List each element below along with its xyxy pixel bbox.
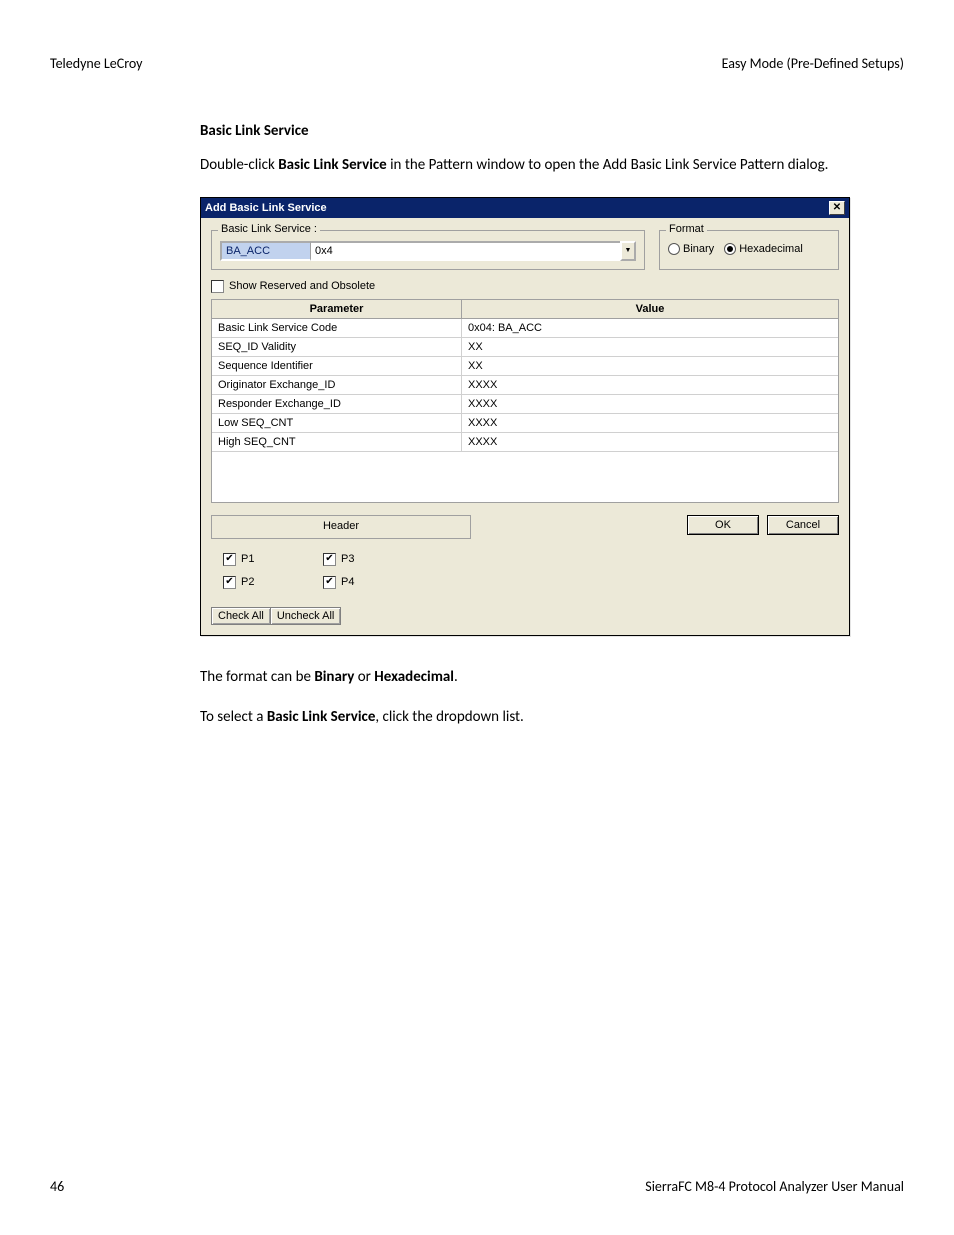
param-cell: High SEQ_CNT <box>212 433 462 451</box>
port-checkbox-group: ✔ P1 ✔ P3 ✔ P2 ✔ P4 <box>211 553 471 589</box>
value-cell[interactable]: XX <box>462 338 838 356</box>
grid-blank-area <box>212 452 838 502</box>
chevron-down-icon[interactable]: ▼ <box>620 241 636 261</box>
uncheck-all-button[interactable]: Uncheck All <box>270 607 341 625</box>
radio-hexadecimal-label: Hexadecimal <box>739 243 803 255</box>
param-cell: Originator Exchange_ID <box>212 376 462 394</box>
port-p1-label: P1 <box>241 553 254 565</box>
dialog-title: Add Basic Link Service <box>205 202 327 214</box>
port-p1-checkbox[interactable]: ✔ <box>223 553 236 566</box>
ok-button[interactable]: OK <box>687 515 759 535</box>
p3-t1: To select a <box>200 708 267 726</box>
port-p4-checkbox[interactable]: ✔ <box>323 576 336 589</box>
p3-b1: Basic Link Service <box>267 708 376 726</box>
intro-paragraph: Double-click Basic Link Service in the P… <box>200 154 854 177</box>
value-cell[interactable]: XXXX <box>462 433 838 451</box>
param-cell: SEQ_ID Validity <box>212 338 462 356</box>
param-cell: Basic Link Service Code <box>212 319 462 337</box>
table-row[interactable]: Basic Link Service Code 0x04: BA_ACC <box>212 319 838 338</box>
section-heading: Basic Link Service <box>200 122 854 140</box>
cancel-button[interactable]: Cancel <box>767 515 839 535</box>
p2-b1: Binary <box>314 668 354 686</box>
col-parameter: Parameter <box>212 300 462 318</box>
table-row[interactable]: Originator Exchange_ID XXXX <box>212 376 838 395</box>
param-cell: Sequence Identifier <box>212 357 462 375</box>
table-row[interactable]: Responder Exchange_ID XXXX <box>212 395 838 414</box>
select-paragraph: To select a Basic Link Service, click th… <box>200 706 854 729</box>
value-cell[interactable]: XXXX <box>462 376 838 394</box>
parameter-grid: Parameter Value Basic Link Service Code … <box>211 299 839 503</box>
p3-t2: , click the dropdown list. <box>375 708 523 726</box>
p2-b2: Hexadecimal <box>374 668 454 686</box>
value-cell[interactable]: 0x04: BA_ACC <box>462 319 838 337</box>
show-reserved-checkbox[interactable] <box>211 280 224 293</box>
port-p2-checkbox[interactable]: ✔ <box>223 576 236 589</box>
col-value: Value <box>462 300 838 318</box>
intro-post: in the Pattern window to open the Add Ba… <box>387 156 829 174</box>
table-row[interactable]: SEQ_ID Validity XX <box>212 338 838 357</box>
intro-bold: Basic Link Service <box>278 156 387 174</box>
format-paragraph: The format can be Binary or Hexadecimal. <box>200 666 854 689</box>
header-button[interactable]: Header <box>211 515 471 539</box>
port-p4-label: P4 <box>341 576 354 588</box>
manual-title: SierraFC M8-4 Protocol Analyzer User Man… <box>645 1178 904 1195</box>
table-row[interactable]: Low SEQ_CNT XXXX <box>212 414 838 433</box>
format-legend: Format <box>666 223 707 235</box>
add-basic-link-service-dialog: Add Basic Link Service ✕ Basic Link Serv… <box>200 197 850 636</box>
format-fieldset: Format Binary Hexadecimal <box>659 230 839 270</box>
bls-dropdown[interactable]: BA_ACC 0x4 ▼ <box>220 241 636 261</box>
show-reserved-label: Show Reserved and Obsolete <box>229 280 375 292</box>
bls-dropdown-code: 0x4 <box>310 241 620 261</box>
header-right: Easy Mode (Pre-Defined Setups) <box>722 55 904 72</box>
basic-link-service-fieldset: Basic Link Service : BA_ACC 0x4 ▼ <box>211 230 645 270</box>
bls-dropdown-name: BA_ACC <box>220 241 310 261</box>
page-number: 46 <box>50 1178 64 1195</box>
table-row[interactable]: High SEQ_CNT XXXX <box>212 433 838 452</box>
radio-binary-label: Binary <box>683 243 714 255</box>
intro-pre: Double-click <box>200 156 278 174</box>
p2-t1: The format can be <box>200 668 314 686</box>
param-cell: Responder Exchange_ID <box>212 395 462 413</box>
header-left: Teledyne LeCroy <box>50 55 143 72</box>
value-cell[interactable]: XXXX <box>462 395 838 413</box>
port-p3-label: P3 <box>341 553 354 565</box>
p2-t3: . <box>454 668 458 686</box>
close-button[interactable]: ✕ <box>829 201 845 215</box>
radio-binary[interactable] <box>668 243 680 255</box>
table-row[interactable]: Sequence Identifier XX <box>212 357 838 376</box>
dialog-titlebar: Add Basic Link Service ✕ <box>201 198 849 218</box>
value-cell[interactable]: XX <box>462 357 838 375</box>
bls-legend: Basic Link Service : <box>218 223 320 235</box>
radio-hexadecimal[interactable] <box>724 243 736 255</box>
port-p3-checkbox[interactable]: ✔ <box>323 553 336 566</box>
param-cell: Low SEQ_CNT <box>212 414 462 432</box>
value-cell[interactable]: XXXX <box>462 414 838 432</box>
port-p2-label: P2 <box>241 576 254 588</box>
check-all-button[interactable]: Check All <box>211 607 270 625</box>
p2-t2: or <box>354 668 374 686</box>
